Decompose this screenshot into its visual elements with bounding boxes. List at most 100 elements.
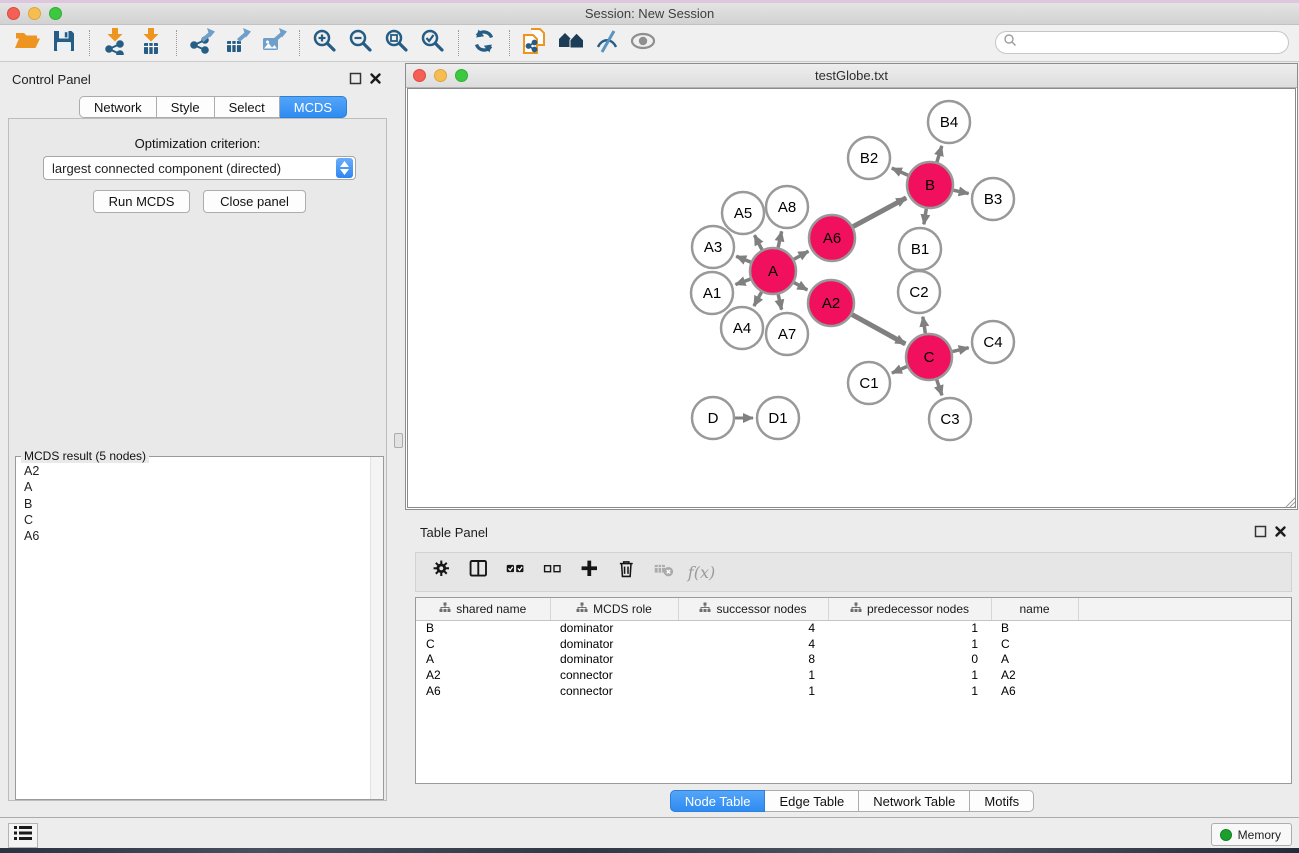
table-cell[interactable]: 1 xyxy=(828,620,991,636)
zoom-fit-button[interactable] xyxy=(379,27,415,59)
tab-mcds[interactable]: MCDS xyxy=(280,96,347,118)
graph-edge-A-A5[interactable] xyxy=(754,235,761,249)
resize-grip-icon[interactable] xyxy=(1283,495,1296,508)
result-scrollbar[interactable] xyxy=(370,457,383,799)
zoom-selected-button[interactable] xyxy=(415,27,451,59)
table-cell[interactable]: B xyxy=(991,620,1078,636)
graph-node-A5[interactable]: A5 xyxy=(722,192,764,234)
mcds-result-item[interactable]: B xyxy=(17,496,369,512)
export-network-button[interactable] xyxy=(184,27,220,59)
mcds-result-item[interactable]: A xyxy=(17,479,369,495)
network-document-button[interactable] xyxy=(517,27,553,59)
import-table-button[interactable] xyxy=(133,27,169,59)
home-button[interactable] xyxy=(553,27,589,59)
graph-node-B1[interactable]: B1 xyxy=(899,228,941,270)
table-cell[interactable]: A2 xyxy=(991,667,1078,683)
graph-edge-C-C4[interactable] xyxy=(952,348,968,352)
table-cell[interactable]: A xyxy=(416,652,550,668)
graph-node-C1[interactable]: C1 xyxy=(848,362,890,404)
splitter-handle[interactable] xyxy=(394,433,403,448)
table-cell[interactable]: 8 xyxy=(678,652,828,668)
zoom-out-button[interactable] xyxy=(343,27,379,59)
table-cell[interactable]: 1 xyxy=(678,683,828,699)
gear-button[interactable] xyxy=(424,555,461,589)
tab-edge-table[interactable]: Edge Table xyxy=(765,790,859,812)
eye-button[interactable] xyxy=(625,27,661,59)
graph-node-B[interactable]: B xyxy=(907,162,953,208)
table-cell[interactable]: C xyxy=(416,636,550,652)
graph-node-A4[interactable]: A4 xyxy=(721,307,763,349)
graph-node-A7[interactable]: A7 xyxy=(766,313,808,355)
show-panels-button[interactable] xyxy=(8,823,38,848)
graph-edge-A-A1[interactable] xyxy=(736,279,751,284)
table-cell[interactable]: dominator xyxy=(550,652,678,668)
graph-edge-B-B1[interactable] xyxy=(924,209,926,225)
add-column-button[interactable] xyxy=(572,555,609,589)
column-header-MCDS-role[interactable]: MCDS role xyxy=(550,598,678,620)
graph-node-C3[interactable]: C3 xyxy=(929,398,971,440)
graph-node-A6[interactable]: A6 xyxy=(809,215,855,261)
column-header-name[interactable]: name xyxy=(991,598,1078,620)
deselect-all-button[interactable] xyxy=(535,555,572,589)
mcds-result-item[interactable]: C xyxy=(17,512,369,528)
graph-node-C2[interactable]: C2 xyxy=(898,271,940,313)
table-cell[interactable]: 1 xyxy=(828,683,991,699)
table-cell[interactable]: C xyxy=(991,636,1078,652)
graph-node-B2[interactable]: B2 xyxy=(848,137,890,179)
export-table-button[interactable] xyxy=(220,27,256,59)
graph-edge-A-A6[interactable] xyxy=(794,251,808,259)
graph-node-D[interactable]: D xyxy=(692,397,734,439)
column-header-successor-nodes[interactable]: successor nodes xyxy=(678,598,828,620)
graph-node-A[interactable]: A xyxy=(750,248,796,294)
graph-node-A8[interactable]: A8 xyxy=(766,186,808,228)
graph-node-C[interactable]: C xyxy=(906,334,952,380)
split-view-button[interactable] xyxy=(461,555,498,589)
table-cell[interactable]: dominator xyxy=(550,636,678,652)
graph-node-B4[interactable]: B4 xyxy=(928,101,970,143)
control-panel-float-button[interactable] xyxy=(349,72,362,85)
table-cell[interactable]: B xyxy=(416,620,550,636)
graph-node-A1[interactable]: A1 xyxy=(691,272,733,314)
table-cell[interactable]: A6 xyxy=(991,683,1078,699)
table-cell[interactable]: dominator xyxy=(550,620,678,636)
search-box[interactable] xyxy=(995,31,1289,54)
table-cell[interactable]: 4 xyxy=(678,636,828,652)
column-header-shared-name[interactable]: shared name xyxy=(416,598,550,620)
tab-style[interactable]: Style xyxy=(157,96,215,118)
table-cell[interactable]: A6 xyxy=(416,683,550,699)
mcds-result-item[interactable]: A6 xyxy=(17,528,369,544)
refresh-button[interactable] xyxy=(466,27,502,59)
app-titlebar[interactable]: Session: New Session xyxy=(0,3,1299,25)
table-cell[interactable]: connector xyxy=(550,683,678,699)
graphics-details-button[interactable] xyxy=(589,27,625,59)
trash-button[interactable] xyxy=(609,555,646,589)
close-panel-button[interactable]: Close panel xyxy=(203,190,306,213)
graph-node-B3[interactable]: B3 xyxy=(972,178,1014,220)
tab-select[interactable]: Select xyxy=(215,96,280,118)
run-mcds-button[interactable]: Run MCDS xyxy=(93,190,190,213)
table-cell[interactable]: 1 xyxy=(828,667,991,683)
graph-edge-A-A7[interactable] xyxy=(778,294,781,309)
tab-node-table[interactable]: Node Table xyxy=(670,790,766,812)
column-header-predecessor-nodes[interactable]: predecessor nodes xyxy=(828,598,991,620)
graph-edge-B-B2[interactable] xyxy=(892,168,908,175)
import-network-button[interactable] xyxy=(97,27,133,59)
table-cell[interactable]: 0 xyxy=(828,652,991,668)
graph-edge-A-A3[interactable] xyxy=(736,256,751,262)
optimization-criterion-select[interactable]: largest connected component (directed) xyxy=(43,156,356,180)
graph-node-D1[interactable]: D1 xyxy=(757,397,799,439)
graph-edge-A6-B[interactable] xyxy=(853,198,906,227)
graph-edge-A2-C[interactable] xyxy=(852,315,905,344)
graph-node-A2[interactable]: A2 xyxy=(808,280,854,326)
tab-motifs[interactable]: Motifs xyxy=(970,790,1034,812)
table-cell[interactable]: 1 xyxy=(678,667,828,683)
save-button[interactable] xyxy=(46,27,82,59)
network-window-titlebar[interactable]: testGlobe.txt xyxy=(406,64,1297,88)
graph-edge-C-C2[interactable] xyxy=(923,317,926,334)
graph-edge-C-C3[interactable] xyxy=(937,380,942,396)
graph-edge-A-A8[interactable] xyxy=(778,231,782,247)
tab-network-table[interactable]: Network Table xyxy=(859,790,970,812)
export-image-button[interactable] xyxy=(256,27,292,59)
graph-edge-B-B3[interactable] xyxy=(953,190,968,193)
tab-network[interactable]: Network xyxy=(79,96,157,118)
